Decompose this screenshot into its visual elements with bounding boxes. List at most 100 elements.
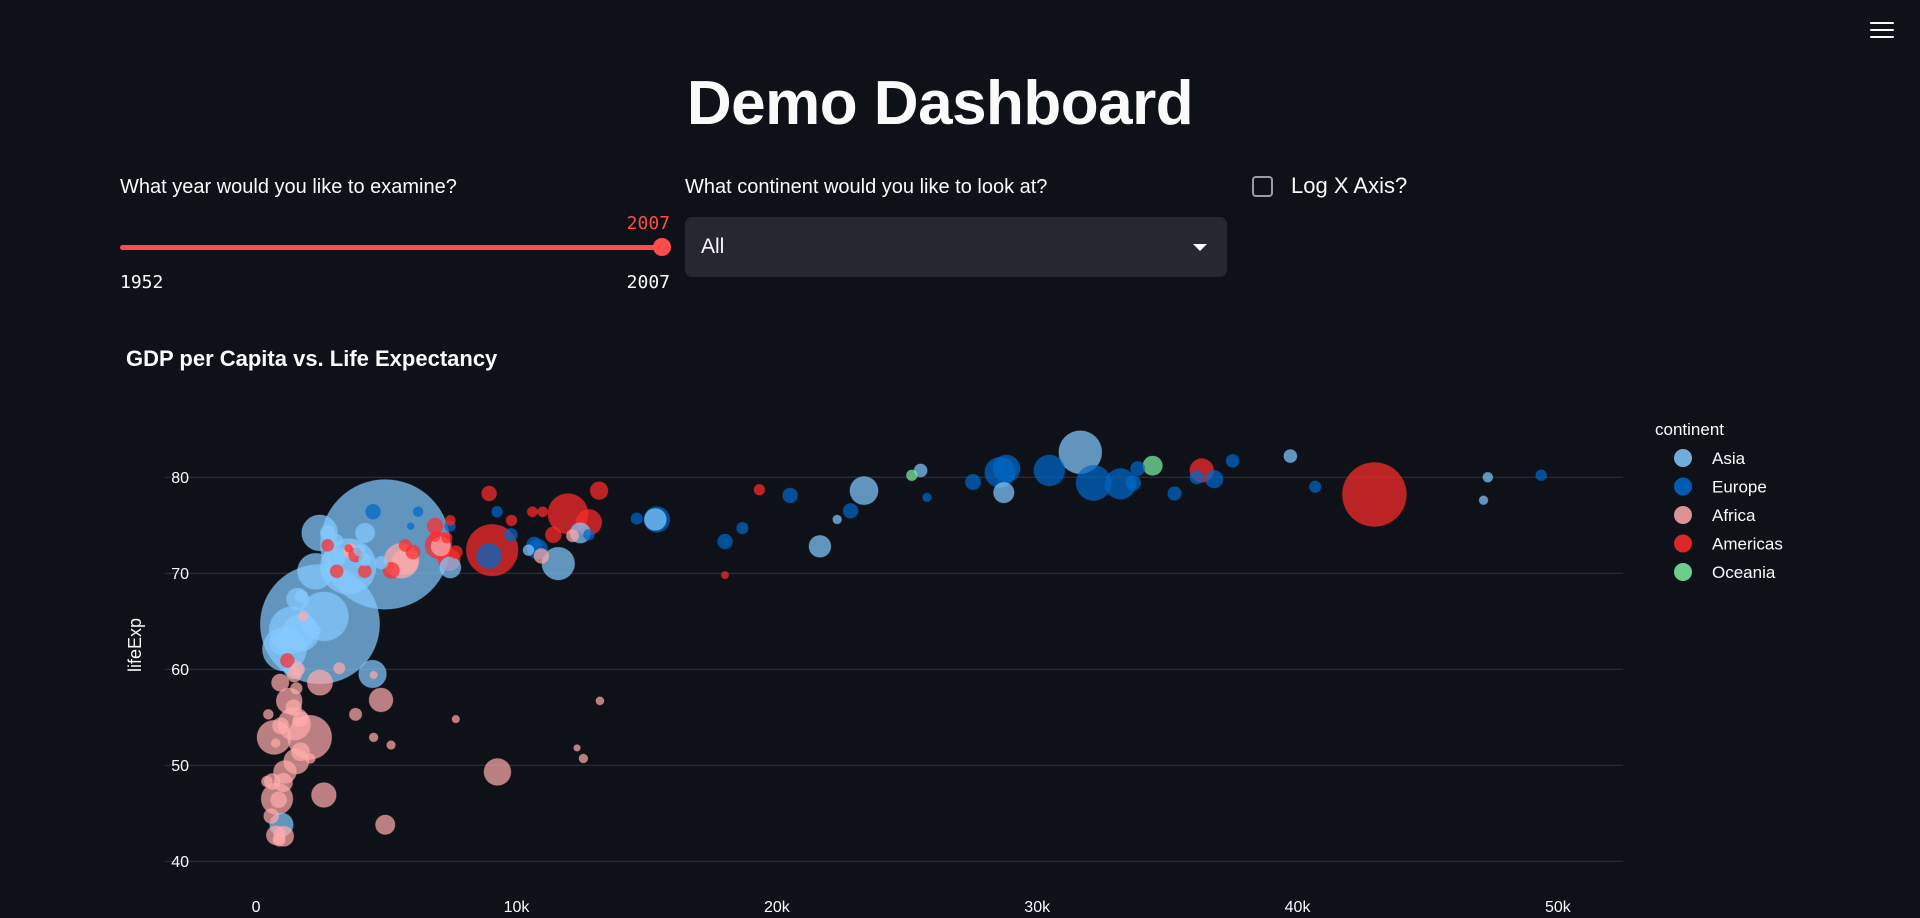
y-tick-label: 60 xyxy=(171,662,189,679)
year-slider-label: What year would you like to examine? xyxy=(120,176,457,198)
menu-line xyxy=(1870,22,1894,24)
data-point-africa xyxy=(304,752,316,764)
data-point-africa xyxy=(270,738,281,749)
x-tick-label: 20k xyxy=(764,899,791,916)
data-point-americas xyxy=(444,514,456,526)
continent-select-label: What continent would you like to look at… xyxy=(685,176,1048,198)
data-point-africa xyxy=(287,714,333,760)
data-point-africa xyxy=(291,716,303,728)
year-slider-value: 2007 xyxy=(626,213,670,234)
data-point-asia xyxy=(353,543,366,557)
hamburger-menu-icon[interactable] xyxy=(1870,20,1894,40)
data-point-europe xyxy=(582,528,595,541)
data-point-europe xyxy=(643,505,671,533)
data-point-americas xyxy=(505,514,518,527)
data-point-asia xyxy=(319,538,377,595)
data-point-americas xyxy=(481,485,498,502)
data-point-asia xyxy=(301,514,339,552)
data-point-asia xyxy=(1058,430,1103,475)
data-point-africa xyxy=(272,833,286,847)
data-point-asia xyxy=(268,606,317,654)
data-point-americas xyxy=(1341,461,1407,527)
data-point-europe xyxy=(491,505,504,518)
legend-item-asia[interactable]: Asia xyxy=(1674,449,1746,468)
data-point-europe xyxy=(992,454,1021,483)
year-slider-max: 2007 xyxy=(626,272,670,293)
legend-item-europe[interactable]: Europe xyxy=(1674,477,1767,497)
data-point-africa xyxy=(368,732,379,743)
data-point-europe xyxy=(1204,469,1224,489)
data-point-americas xyxy=(589,481,609,501)
data-point-europe xyxy=(922,492,932,503)
data-point-asia xyxy=(832,514,843,525)
data-point-asia xyxy=(309,623,322,636)
data-point-americas xyxy=(424,531,453,560)
data-point-asia xyxy=(319,479,451,610)
data-point-americas xyxy=(321,538,335,552)
data-point-africa xyxy=(265,825,286,846)
data-point-oceania xyxy=(905,469,918,482)
data-point-asia xyxy=(269,812,294,838)
data-point-africa xyxy=(290,742,311,762)
year-slider-track[interactable] xyxy=(120,245,662,250)
data-point-asia xyxy=(569,522,592,544)
data-point-americas xyxy=(448,545,463,560)
year-slider[interactable]: 2007 1952 2007 xyxy=(120,205,672,295)
data-point-asia xyxy=(643,507,667,531)
menu-line xyxy=(1870,36,1894,38)
data-point-asia xyxy=(259,563,381,685)
continent-select[interactable]: All xyxy=(685,217,1227,277)
data-point-asia xyxy=(358,553,372,567)
log-x-axis-checkbox[interactable]: Log X Axis? xyxy=(1252,173,1407,199)
data-point-asia xyxy=(293,589,308,603)
data-point-africa xyxy=(277,707,312,741)
data-point-europe xyxy=(406,522,415,531)
data-point-asia xyxy=(993,481,1015,504)
data-point-africa xyxy=(271,717,290,735)
data-point-europe xyxy=(1225,453,1240,468)
x-tick-label: 40k xyxy=(1285,899,1312,916)
legend-label: Oceania xyxy=(1712,563,1776,582)
data-point-africa xyxy=(391,548,419,576)
data-point-africa xyxy=(451,714,461,724)
data-point-americas xyxy=(536,506,549,518)
data-point-africa xyxy=(286,667,302,683)
data-point-africa xyxy=(578,753,589,764)
data-point-asia xyxy=(1283,449,1298,464)
legend-item-americas[interactable]: Americas xyxy=(1674,534,1783,554)
data-point-africa xyxy=(595,696,605,706)
data-point-asia xyxy=(439,556,462,579)
data-point-africa xyxy=(374,814,396,835)
page-title: Demo Dashboard xyxy=(686,69,1194,138)
data-point-americas xyxy=(382,561,400,580)
data-point-africa xyxy=(368,687,394,713)
legend-item-africa[interactable]: Africa xyxy=(1674,506,1756,525)
data-point-africa xyxy=(260,775,273,788)
legend-marker xyxy=(1674,534,1692,553)
data-point-africa xyxy=(270,791,288,809)
data-point-americas xyxy=(1189,458,1215,483)
data-point-asia xyxy=(374,555,389,570)
data-point-americas xyxy=(575,508,603,536)
legend-label: Europe xyxy=(1712,478,1767,497)
data-point-asia xyxy=(319,524,336,541)
data-point-americas xyxy=(347,547,364,563)
checkbox-box[interactable] xyxy=(1252,175,1273,197)
legend-item-oceania[interactable]: Oceania xyxy=(1674,563,1776,582)
x-tick-label: 10k xyxy=(504,899,531,916)
data-point-africa xyxy=(263,773,281,791)
data-point-africa xyxy=(275,687,303,715)
data-point-africa xyxy=(272,759,297,784)
data-point-africa xyxy=(289,682,303,695)
year-slider-thumb[interactable] xyxy=(653,238,671,256)
data-point-americas xyxy=(344,543,353,553)
y-tick-label: 70 xyxy=(171,566,189,583)
year-slider-min: 1952 xyxy=(120,272,164,293)
data-point-europe xyxy=(1535,469,1548,482)
data-point-africa xyxy=(483,757,512,786)
data-point-europe xyxy=(1308,480,1322,494)
legend-label: Asia xyxy=(1712,449,1746,468)
log-x-axis-label: Log X Axis? xyxy=(1291,173,1408,198)
data-point-europe xyxy=(984,456,1016,489)
data-point-europe xyxy=(717,533,733,550)
